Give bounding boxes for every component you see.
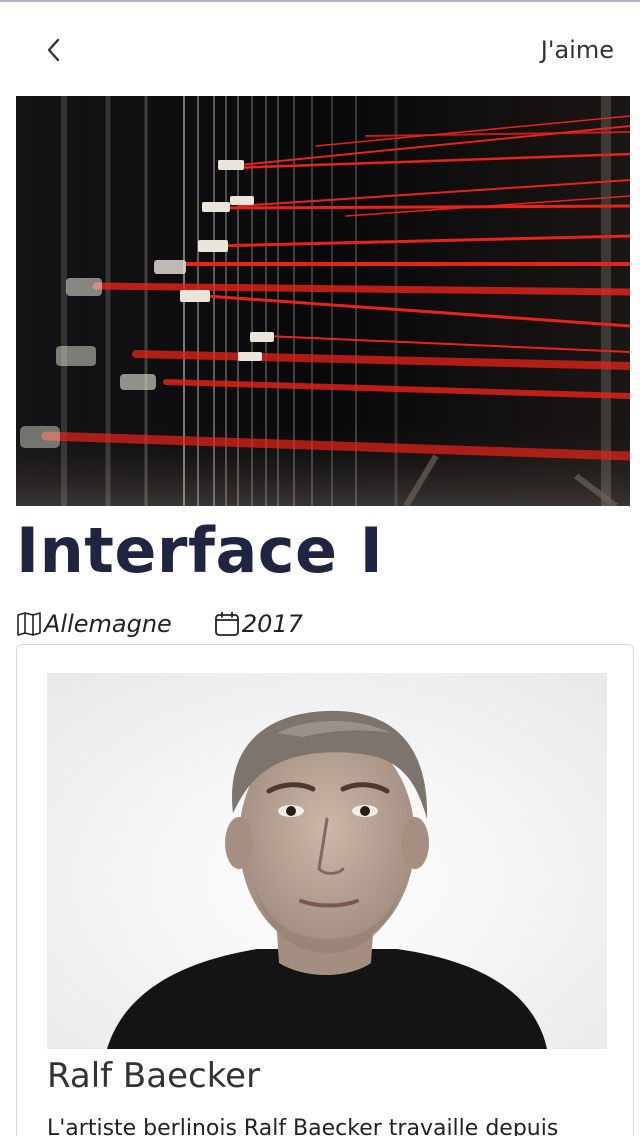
artist-card[interactable]: Ralf Baecker L'artiste berlinois Ralf Ba… <box>16 644 634 1136</box>
like-button[interactable]: J'aime <box>541 36 614 64</box>
year-label: 2017 <box>241 610 303 638</box>
artist-bio: L'artiste berlinois Ralf Baecker travail… <box>47 1116 559 1136</box>
country-label: Allemagne <box>44 610 172 638</box>
artwork-meta: Allemagne 2017 <box>16 606 303 642</box>
artist-name: Ralf Baecker <box>47 1056 261 1096</box>
artwork-image <box>16 96 630 506</box>
artwork-title: Interface I <box>16 514 384 587</box>
artist-photo <box>47 673 607 1049</box>
top-bar: J'aime <box>0 2 640 94</box>
map-icon <box>16 612 42 636</box>
back-button[interactable] <box>36 32 72 68</box>
chevron-left-icon <box>47 38 60 62</box>
year-meta: 2017 <box>214 610 303 638</box>
artwork-detail-page: J'aime Interface I Allemagne 2017 Ralf B… <box>0 0 640 1136</box>
calendar-icon <box>214 611 240 637</box>
country-meta: Allemagne <box>16 610 172 638</box>
